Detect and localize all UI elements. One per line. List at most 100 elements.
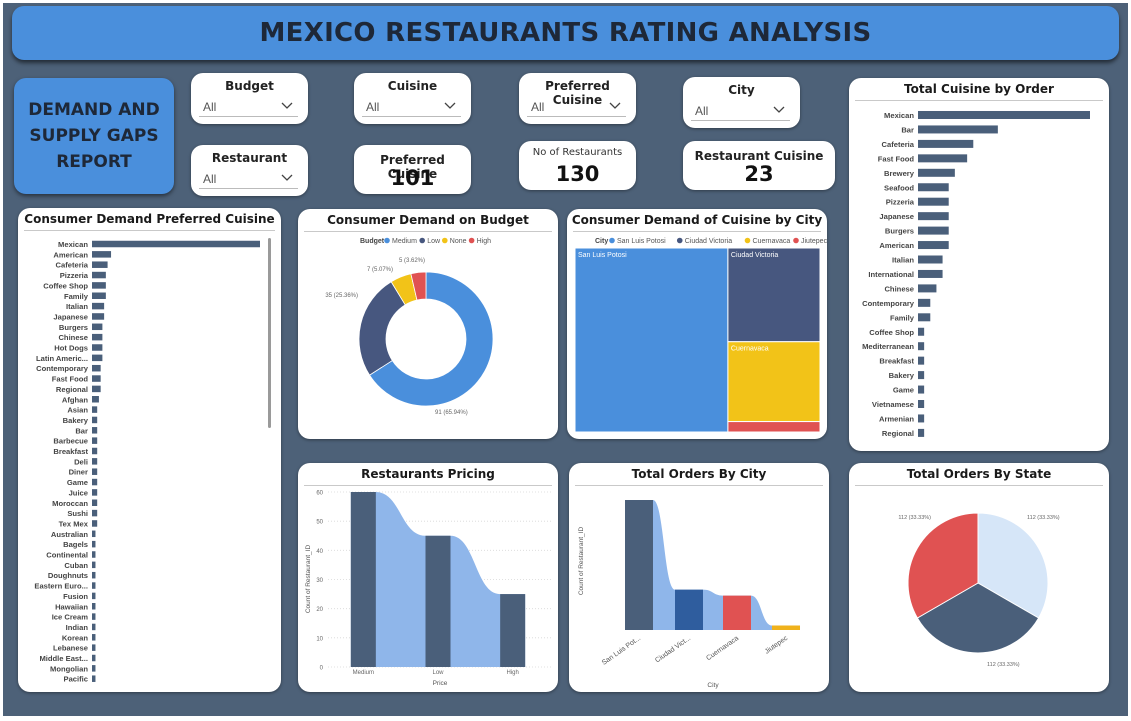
bar-afghan — [92, 396, 99, 403]
y-tick-label: 60 — [316, 491, 323, 497]
bar-bar — [92, 427, 98, 434]
city-dropdown[interactable]: All — [691, 101, 790, 121]
legend-marker-high — [468, 237, 475, 244]
bar-label-japanese: Japanese — [53, 312, 88, 321]
bar-label-ice-cream: Ice Cream — [52, 613, 89, 622]
bar-contemporary — [92, 364, 101, 372]
bar-label-sushi: Sushi — [67, 509, 88, 518]
data-label-3: 112 (33.33%) — [898, 515, 931, 521]
bar-game — [92, 478, 98, 486]
bar-label-international: International — [868, 270, 914, 279]
data-label-1: 112 (33.33%) — [1027, 515, 1060, 521]
bar-label-bakery: Bakery — [889, 371, 915, 380]
chevron-down-icon — [773, 106, 785, 113]
orders-state-pie-chart: 112 (33.33%) 112 (33.33%) 112 (33.33%) — [898, 512, 1060, 668]
legend-title: City — [595, 238, 608, 245]
orders-city-panel: Total Orders By City San Luis Pot... Ciud… — [569, 463, 829, 692]
bar-low — [425, 535, 451, 667]
legend-marker-cuernavaca — [744, 237, 751, 244]
treemap-tile-cuernavaca — [727, 341, 821, 423]
city-slicer-label: City — [728, 83, 755, 97]
bar-deli — [92, 458, 98, 465]
city-demand-panel: Consumer Demand of Cuisine by City City S… — [567, 209, 827, 439]
y-axis-label: Count of Restaurant_ID — [305, 545, 312, 614]
bar-label-australian: Australian — [51, 530, 88, 539]
bar-label-mexican: Mexican — [884, 111, 914, 120]
bar-medium — [350, 492, 376, 667]
bar-bagels — [92, 540, 96, 548]
orders-city-chart: San Luis Pot... Ciudad Vict... Cuernavaca J… — [578, 500, 800, 689]
bar-cafeteria — [92, 261, 108, 268]
legend-label-ciudad-victoria: Ciudad Victoria — [685, 238, 732, 245]
bar-chinese — [918, 284, 937, 293]
data-label-medium: 91 (65.94%) — [435, 410, 468, 416]
bar-high — [500, 594, 526, 667]
bar-coffee-shop — [918, 327, 925, 336]
budget-dropdown[interactable]: All — [199, 97, 298, 117]
bar-label-brewery: Brewery — [884, 169, 915, 178]
bar-tex-mex — [92, 520, 98, 527]
chevron-down-icon — [281, 102, 293, 109]
pricing-panel: Restaurants Pricing 0 10 20 30 40 50 60 Medium L… — [298, 463, 558, 692]
bar-cuernavaca — [723, 595, 751, 630]
chevron-down-icon — [281, 174, 293, 181]
y-tick-label: 30 — [316, 578, 323, 584]
bar-mexican — [92, 240, 260, 248]
bar-label-pacific: Pacific — [64, 675, 88, 684]
x-tick-label-cuernavaca: Cuernavaca — [705, 635, 740, 662]
legend-label-medium: Medium — [392, 238, 417, 245]
bar-pizzeria — [92, 271, 106, 279]
legend-marker-san-luis-potosi — [609, 237, 615, 244]
y-tick-label: 0 — [320, 666, 324, 672]
restaurant-cuisine-card-label: Restaurant Cuisine — [694, 149, 824, 163]
bar-label-middle-east: Middle East... — [39, 654, 88, 663]
preferred-cuisine-dropdown[interactable]: All — [527, 97, 626, 117]
legend-marker-low — [419, 237, 425, 244]
bar-italian — [918, 255, 943, 264]
bar-label-cafeteria: Cafeteria — [56, 261, 89, 270]
cuisine-slicer-label: Cuisine — [387, 79, 438, 93]
restaurant-dropdown[interactable]: All — [199, 169, 298, 189]
bar-label-coffee-shop: Coffee Shop — [869, 328, 914, 337]
bar-label-bakery: Bakery — [63, 416, 89, 425]
preferred-cuisine-slicer[interactable]: Preferred Cuisine All — [519, 73, 636, 124]
bar-japanese — [92, 313, 105, 320]
treemap-tile-san-luis-potosi — [574, 247, 729, 433]
legend-label-jiutepec: Jiutepec — [801, 238, 827, 245]
bar-label-game: Game — [67, 478, 88, 487]
cuisine-dropdown[interactable]: All — [362, 97, 461, 117]
chevron-down-icon — [609, 102, 621, 109]
donut-slice-low — [358, 281, 406, 376]
bar-label-burgers: Burgers — [59, 323, 88, 332]
bar-continental — [92, 551, 96, 558]
bar-diner — [92, 468, 98, 475]
report-label-box: DEMAND AND SUPPLY GAPS REPORT — [14, 78, 174, 194]
cuisine-slicer[interactable]: Cuisine All — [354, 73, 471, 124]
city-dropdown-value: All — [695, 104, 709, 118]
x-tick-label-jiutepec: Jiutepec — [764, 635, 790, 656]
chevron-down-icon — [444, 102, 456, 109]
bar-mongolian — [92, 665, 96, 672]
bar-label-mediterranean: Mediterranean — [862, 342, 914, 351]
bar-latin-americ — [92, 354, 103, 362]
dashboard-title: MEXICO RESTAURANTS RATING ANALYSIS — [259, 18, 872, 48]
bar-cafeteria — [918, 139, 974, 148]
bar-label-armenian: Armenian — [879, 414, 914, 423]
bar-label-american: American — [53, 250, 88, 259]
bar-bakery — [918, 371, 925, 380]
preferred-cuisine-chart: MexicanAmerican CafeteriaPizzeriaCoffee S… — [34, 238, 271, 684]
bar-label-chinese: Chinese — [58, 333, 88, 342]
bar-barbecue — [92, 437, 98, 444]
preferred-cuisine-panel: Consumer Demand Preferred Cuisine Mexica… — [18, 208, 281, 692]
bar-bar — [918, 125, 998, 134]
bar-ciudad-vict — [675, 589, 703, 630]
bar-label-breakfast: Breakfast — [53, 447, 88, 456]
restaurant-slicer[interactable]: Restaurant All — [191, 145, 308, 196]
city-slicer[interactable]: City All — [683, 77, 800, 128]
bar-regional — [918, 428, 925, 437]
bar-label-regional: Regional — [882, 429, 914, 438]
bar-japanese — [918, 212, 949, 221]
budget-slicer[interactable]: Budget All — [191, 73, 308, 124]
bar-label-burgers: Burgers — [885, 227, 914, 236]
budget-dropdown-value: All — [203, 100, 217, 114]
